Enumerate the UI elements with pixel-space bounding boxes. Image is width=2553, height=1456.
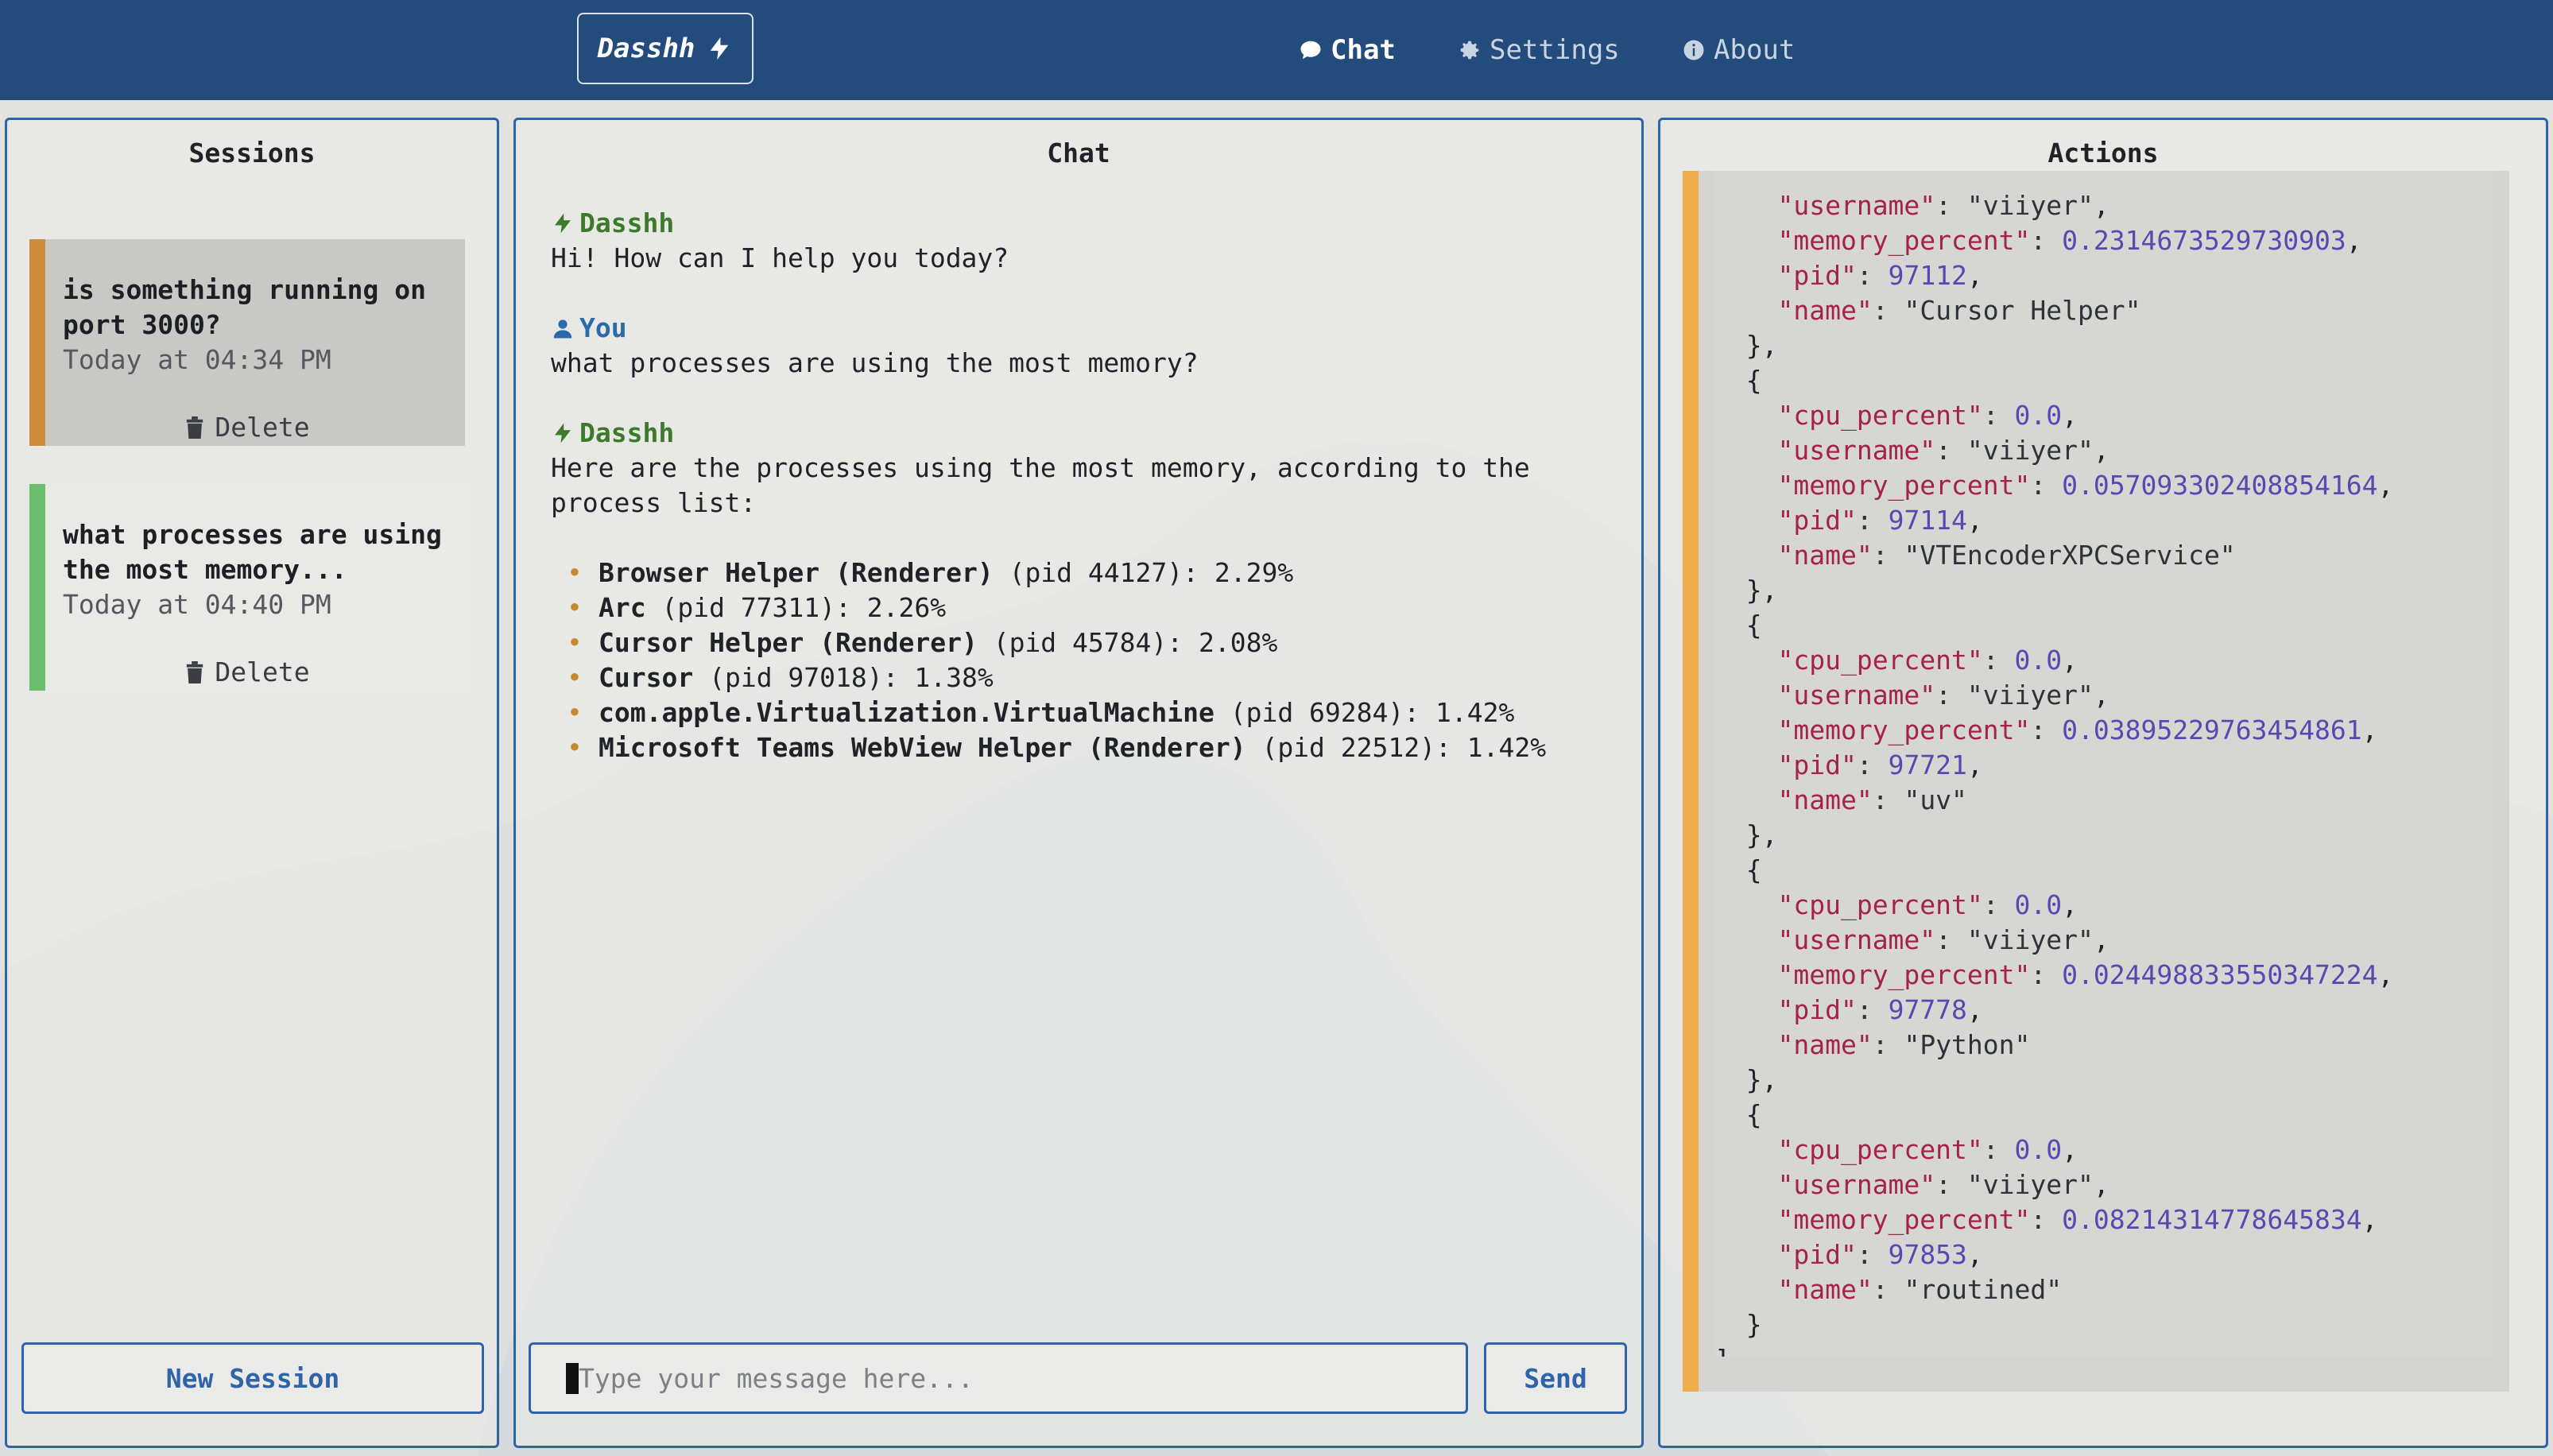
user-message: You what processes are using the most me… <box>551 311 1616 381</box>
process-name: Microsoft Teams WebView Helper (Renderer… <box>599 732 1246 763</box>
process-name: Cursor Helper (Renderer) <box>599 627 978 658</box>
lightning-icon <box>555 423 571 443</box>
process-name: Cursor <box>599 662 694 693</box>
nav-tab-about-label: About <box>1714 34 1796 66</box>
sessions-panel-title: Sessions <box>188 137 316 168</box>
message-author: Dasshh <box>551 416 1616 451</box>
assistant-message: Dasshh Hi! How can I help you today? <box>551 206 1616 276</box>
lightning-icon <box>555 213 571 234</box>
assistant-message: Dasshh Here are the processes using the … <box>551 416 1616 765</box>
session-item[interactable]: what processes are using the most memory… <box>29 484 465 691</box>
nav-tab-settings[interactable]: Settings <box>1458 0 1620 100</box>
lightning-icon <box>711 37 729 60</box>
gear-icon <box>1460 41 1479 60</box>
list-item: Cursor (pid 97018): 1.38% <box>567 660 1616 695</box>
chat-panel: Chat Dasshh Hi! How can I help you today… <box>513 118 1644 1448</box>
session-delete-button[interactable]: Delete <box>29 656 465 687</box>
nav-tab-chat[interactable]: Chat <box>1299 0 1396 100</box>
nav-tab-chat-label: Chat <box>1331 34 1396 66</box>
top-navigation-bar: Dasshh Chat Settings About <box>0 0 2553 100</box>
message-author-name: You <box>579 312 627 343</box>
message-author: You <box>551 311 1616 346</box>
process-detail: (pid 97018): 1.38% <box>693 662 994 693</box>
json-code-block: "username": "viiyer", "memory_percent": … <box>1714 190 2394 1357</box>
list-item: Cursor Helper (Renderer) (pid 45784): 2.… <box>567 625 1616 660</box>
session-delete-label: Delete <box>215 412 310 443</box>
chat-panel-title: Chat <box>1047 137 1110 168</box>
process-name: com.apple.Virtualization.VirtualMachine <box>599 697 1215 728</box>
process-name: Browser Helper (Renderer) <box>599 557 994 588</box>
process-detail: (pid 22512): 1.42% <box>1246 732 1547 763</box>
nav-tab-settings-label: Settings <box>1490 34 1620 66</box>
brand-name: Dasshh <box>597 33 695 64</box>
action-output-card: "username": "viiyer", "memory_percent": … <box>1683 171 2509 1392</box>
session-timestamp: Today at 04:34 PM <box>63 344 331 375</box>
info-icon <box>1683 40 1704 60</box>
trash-icon <box>187 660 203 683</box>
message-author: Dasshh <box>551 206 1616 241</box>
message-author-name: Dasshh <box>579 207 675 238</box>
action-status-bar <box>1683 171 1699 1392</box>
brand-logo-button[interactable]: Dasshh <box>577 13 754 84</box>
trash-icon <box>187 416 203 439</box>
process-name: Arc <box>599 592 646 623</box>
message-list: Dasshh Hi! How can I help you today? You… <box>551 206 1616 800</box>
message-input-container <box>529 1342 1468 1414</box>
actions-panel-title: Actions <box>2047 137 2159 168</box>
process-detail: (pid 69284): 1.42% <box>1214 697 1515 728</box>
list-item: Microsoft Teams WebView Helper (Renderer… <box>567 730 1616 765</box>
chat-bubble-icon <box>1300 41 1321 60</box>
session-item[interactable]: is something running on port 3000? Today… <box>29 239 465 446</box>
session-title: what processes are using the most memory… <box>63 519 442 585</box>
user-icon <box>553 319 572 339</box>
session-delete-button[interactable]: Delete <box>29 412 465 443</box>
message-author-name: Dasshh <box>579 417 675 448</box>
process-detail: (pid 45784): 2.08% <box>977 627 1278 658</box>
message-text: Here are the processes using the most me… <box>551 452 1530 518</box>
actions-panel: Actions "username": "viiyer", "memory_pe… <box>1658 118 2548 1448</box>
sessions-panel: Sessions is something running on port 30… <box>5 118 499 1448</box>
process-list: Browser Helper (Renderer) (pid 44127): 2… <box>551 556 1616 765</box>
message-text: Hi! How can I help you today? <box>551 242 1009 273</box>
json-output[interactable]: "username": "viiyer", "memory_percent": … <box>1714 171 2493 1357</box>
send-button[interactable]: Send <box>1484 1342 1627 1414</box>
nav-tab-about[interactable]: About <box>1682 0 1795 100</box>
process-detail: (pid 44127): 2.29% <box>993 557 1294 588</box>
new-session-button[interactable]: New Session <box>21 1342 484 1414</box>
session-timestamp: Today at 04:40 PM <box>63 589 331 620</box>
list-item: com.apple.Virtualization.VirtualMachine … <box>567 695 1616 730</box>
list-item: Arc (pid 77311): 2.26% <box>567 591 1616 625</box>
list-item: Browser Helper (Renderer) (pid 44127): 2… <box>567 556 1616 591</box>
process-detail: (pid 77311): 2.26% <box>645 592 947 623</box>
message-input[interactable] <box>566 1362 1466 1394</box>
session-delete-label: Delete <box>215 656 310 687</box>
session-title: is something running on port 3000? <box>63 274 426 340</box>
message-text: what processes are using the most memory… <box>551 347 1199 378</box>
